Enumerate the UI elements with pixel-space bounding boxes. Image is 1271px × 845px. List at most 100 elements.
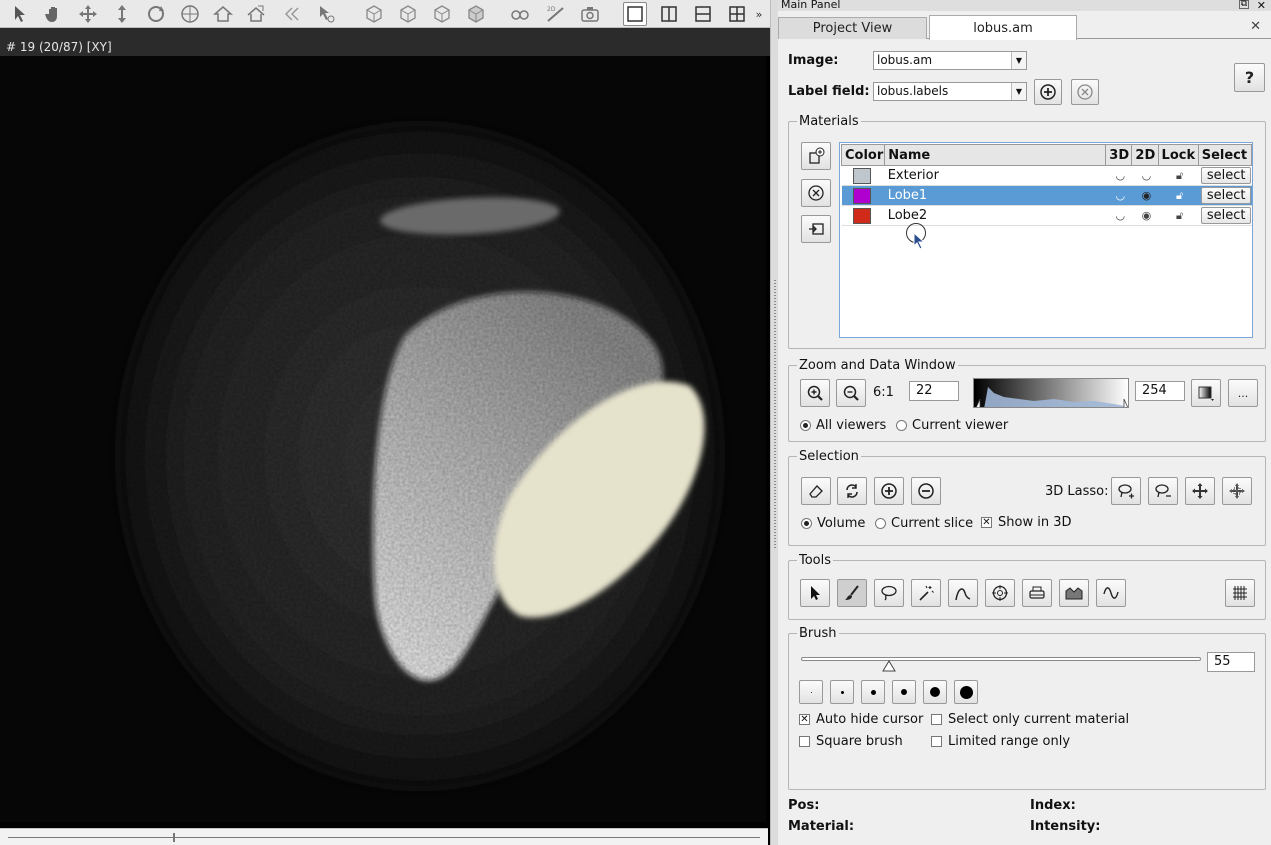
color-swatch[interactable] <box>852 207 871 224</box>
panel-splitter[interactable] <box>770 0 778 845</box>
select-button[interactable]: select <box>1201 187 1252 204</box>
unlock-icon[interactable]: 🔓︎ <box>1158 165 1199 186</box>
slider-thumb[interactable] <box>882 660 896 672</box>
eye-closed-icon[interactable]: ◡ <box>1105 205 1132 226</box>
lasso-add-button[interactable] <box>1111 477 1141 505</box>
layout-four-icon[interactable] <box>725 2 749 26</box>
measure-2d-icon[interactable]: 2D <box>544 2 568 26</box>
tab-project-view[interactable]: Project View <box>778 17 927 39</box>
remove-material-button[interactable] <box>801 179 831 207</box>
splitter-grip[interactable] <box>774 280 776 550</box>
lasso-move-button[interactable] <box>1185 477 1215 505</box>
view-yz-icon[interactable] <box>430 2 454 26</box>
histogram-widget[interactable] <box>973 378 1129 408</box>
lasso-subtract-button[interactable] <box>1148 477 1178 505</box>
eye-closed-icon[interactable]: ◡ <box>1131 165 1159 186</box>
brush-size-6-button[interactable] <box>954 680 978 704</box>
data-window-min-input[interactable]: 22 <box>909 381 959 401</box>
pointer-tool-button[interactable] <box>800 579 830 607</box>
top-hat-button[interactable] <box>1059 579 1089 607</box>
target-icon[interactable] <box>178 2 202 26</box>
set-home-icon[interactable] <box>244 2 268 26</box>
hand-icon[interactable] <box>42 2 66 26</box>
layout-two-vertical-icon[interactable] <box>657 2 681 26</box>
current-slice-radio[interactable]: Current slice <box>875 516 973 531</box>
all-viewers-radio[interactable]: All viewers <box>800 418 886 433</box>
unlock-icon[interactable]: 🔓︎ <box>1158 185 1199 206</box>
brush-size-3-button[interactable] <box>861 680 885 704</box>
tab-close-icon[interactable]: ✕ <box>1250 19 1261 34</box>
color-swatch[interactable] <box>852 187 871 204</box>
viewer-horizontal-scrollbar[interactable] <box>0 828 768 845</box>
volume-radio[interactable]: Volume <box>801 516 865 531</box>
brush-tool-button[interactable] <box>837 579 867 607</box>
limited-range-checkbox[interactable]: Limited range only <box>931 734 1070 749</box>
pointer-icon[interactable] <box>8 2 32 26</box>
subtract-selection-button[interactable] <box>911 477 941 505</box>
snapshot-icon[interactable] <box>578 2 602 26</box>
brush-size-slider[interactable] <box>801 654 1201 672</box>
column-header[interactable]: 2D <box>1131 144 1159 166</box>
brush-size-4-button[interactable] <box>892 680 916 704</box>
view-3d-icon[interactable] <box>464 2 488 26</box>
scrollbar-thumb[interactable] <box>173 833 175 842</box>
view-xz-icon[interactable] <box>396 2 420 26</box>
view-xy-icon[interactable] <box>362 2 386 26</box>
zoom-in-button[interactable] <box>800 379 830 407</box>
show-3d-checkbox[interactable]: ✕ Show in 3D <box>981 515 1071 530</box>
clear-selection-button[interactable] <box>801 477 831 505</box>
help-button[interactable]: ? <box>1234 63 1265 92</box>
toolbar-more-button[interactable]: » <box>752 2 766 26</box>
auto-hide-checkbox[interactable]: ✕ Auto hide cursor <box>799 712 923 727</box>
lasso-tool-button[interactable] <box>874 579 904 607</box>
float-icon[interactable]: ⧉ <box>1239 0 1249 9</box>
eye-closed-icon[interactable]: ◡ <box>1105 185 1132 206</box>
column-header[interactable]: Lock <box>1157 144 1199 166</box>
brush-size-5-button[interactable] <box>923 680 947 704</box>
brush-size-1-button[interactable] <box>799 680 823 704</box>
square-brush-checkbox[interactable]: Square brush <box>799 734 903 749</box>
current-viewer-radio[interactable]: Current viewer <box>896 418 1008 433</box>
eye-open-icon[interactable]: ◉ <box>1131 205 1159 226</box>
new-labelfield-button[interactable] <box>1034 79 1062 105</box>
home-icon[interactable] <box>211 2 235 26</box>
brush-size-2-button[interactable] <box>830 680 854 704</box>
snakes-button[interactable] <box>1096 579 1126 607</box>
lasso-grow-button[interactable] <box>1222 477 1252 505</box>
propagating-contour-button[interactable] <box>948 579 978 607</box>
table-row[interactable]: Lobe2 ◡ ◉ 🔓︎ select <box>841 205 1252 226</box>
brush-size-input[interactable]: 55 <box>1207 652 1255 672</box>
remove-labelfield-button[interactable] <box>1071 79 1099 105</box>
magic-wand-button[interactable] <box>911 579 941 607</box>
column-header[interactable]: Select <box>1197 144 1253 166</box>
table-row[interactable]: Lobe1 ◡ ◉ 🔓︎ select <box>841 185 1252 206</box>
threshold-tool-button[interactable] <box>1022 579 1052 607</box>
labelfield-select[interactable]: lobus.labels ▼ <box>873 82 1027 101</box>
pick-icon[interactable] <box>314 2 338 26</box>
unlock-icon[interactable]: 🔓︎ <box>1158 205 1199 226</box>
vertical-move-icon[interactable] <box>110 2 134 26</box>
select-button[interactable]: select <box>1201 207 1252 224</box>
rotate-icon[interactable] <box>144 2 168 26</box>
image-select[interactable]: lobus.am ▼ <box>873 51 1027 70</box>
eye-open-icon[interactable]: ◉ <box>1131 185 1159 206</box>
slice-viewer-canvas[interactable] <box>0 56 766 822</box>
add-material-button[interactable] <box>801 142 831 170</box>
previous-view-icon[interactable] <box>280 2 304 26</box>
layout-single-icon[interactable] <box>623 2 647 26</box>
add-selection-button[interactable] <box>874 477 904 505</box>
colormap-button[interactable] <box>1191 379 1221 407</box>
layout-two-horizontal-icon[interactable] <box>691 2 715 26</box>
eye-closed-icon[interactable]: ◡ <box>1105 165 1132 186</box>
grid-options-button[interactable] <box>1225 579 1255 607</box>
assign-material-button[interactable] <box>801 215 831 243</box>
color-swatch[interactable] <box>852 167 871 184</box>
more-options-button[interactable]: ... <box>1228 379 1258 407</box>
stereo-icon[interactable] <box>508 2 532 26</box>
select-current-checkbox[interactable]: Select only current material <box>931 712 1129 727</box>
data-window-max-input[interactable]: 254 <box>1135 381 1185 401</box>
column-header[interactable]: Name <box>884 144 1107 166</box>
column-header[interactable]: 3D <box>1105 144 1133 166</box>
blow-tool-button[interactable] <box>985 579 1015 607</box>
move-icon[interactable] <box>76 2 100 26</box>
